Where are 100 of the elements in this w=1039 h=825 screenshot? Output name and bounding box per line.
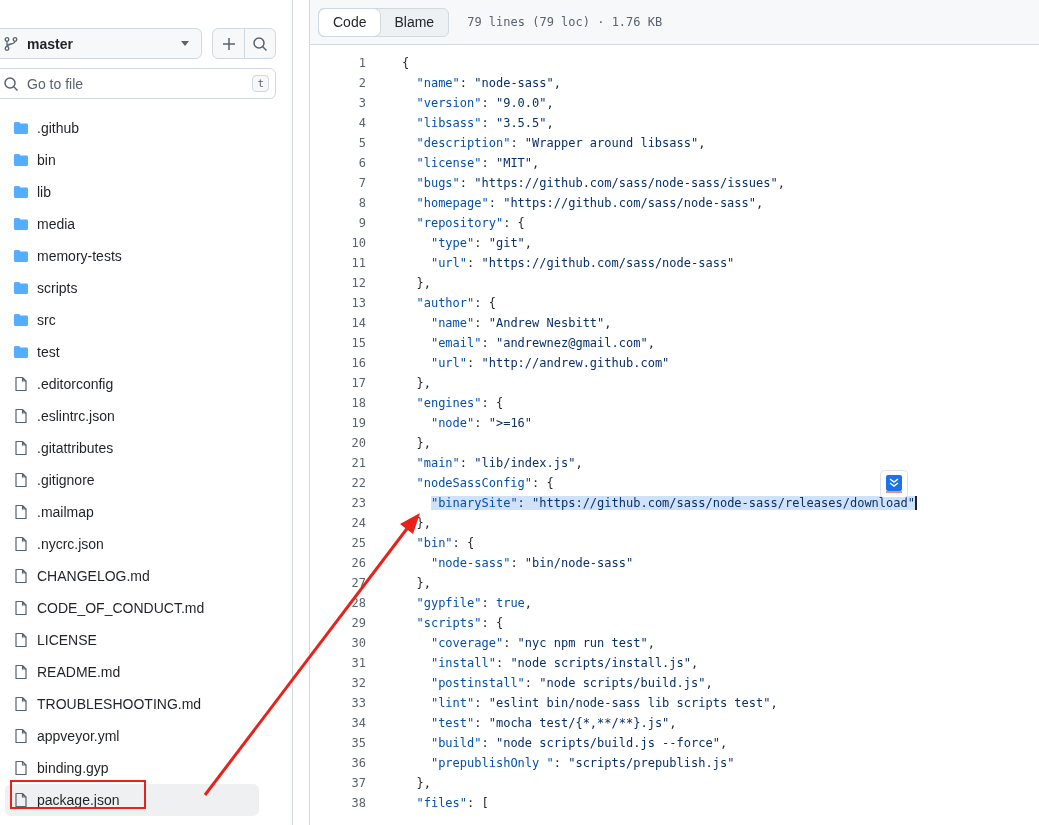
- file-icon: [13, 504, 29, 520]
- view-tab[interactable]: Code: [319, 8, 381, 36]
- file-tree-item[interactable]: src: [5, 304, 259, 336]
- line-number: 20: [350, 436, 366, 450]
- file-tree-item[interactable]: .eslintrc.json: [5, 400, 259, 432]
- line-number: 12: [350, 276, 366, 290]
- code-line: },: [415, 576, 431, 590]
- file-icon: [13, 664, 29, 680]
- file-tree-item[interactable]: .mailmap: [5, 496, 259, 528]
- line-number: 3: [357, 96, 366, 110]
- line-number: 35: [350, 736, 366, 750]
- file-tree-item[interactable]: .gitignore: [5, 464, 259, 496]
- line-number: 15: [350, 336, 366, 350]
- line-number: 36: [350, 756, 366, 770]
- file-tree-item[interactable]: bin: [5, 144, 259, 176]
- line-number: 32: [350, 676, 366, 690]
- file-tree-item[interactable]: test: [5, 336, 259, 368]
- code-line: "lint": "eslint bin/node-sass lib scripts test",: [429, 696, 778, 710]
- code-line: "name": "Andrew Nesbitt",: [429, 316, 612, 330]
- file-tree-item[interactable]: CODE_OF_CONDUCT.md: [5, 592, 259, 624]
- line-number: 2: [357, 76, 366, 90]
- folder-icon: [13, 280, 29, 296]
- folder-icon: [13, 216, 29, 232]
- file-tree-item[interactable]: binding.gyp: [5, 752, 259, 784]
- line-number: 37: [350, 776, 366, 790]
- file-icon: [13, 536, 29, 552]
- code-line: "gypfile": true,: [415, 596, 533, 610]
- file-icon: [13, 376, 29, 392]
- code-line: },: [415, 436, 431, 450]
- line-number: 16: [350, 356, 366, 370]
- code-line: "type": "git",: [429, 236, 533, 250]
- line-number: 11: [350, 256, 366, 270]
- file-tree-item[interactable]: lib: [5, 176, 259, 208]
- file-tree-item[interactable]: appveyor.yml: [5, 720, 259, 752]
- line-number: 30: [350, 636, 366, 650]
- file-tree-item[interactable]: LICENSE: [5, 624, 259, 656]
- folder-icon: [13, 312, 29, 328]
- file-tree-item[interactable]: README.md: [5, 656, 259, 688]
- folder-icon: [13, 248, 29, 264]
- file-icon: [13, 792, 29, 808]
- code-line: "libsass": "3.5.5",: [415, 116, 554, 130]
- file-tree-item[interactable]: .gitattributes: [5, 432, 259, 464]
- code-line: {: [402, 56, 410, 70]
- file-icon: [13, 568, 29, 584]
- caret-icon: [181, 41, 189, 46]
- folder-icon: [13, 152, 29, 168]
- shortcut-key: t: [252, 75, 269, 92]
- code-line: "author": {: [415, 296, 496, 310]
- line-number: 10: [350, 236, 366, 250]
- file-tree-item[interactable]: package.json: [5, 784, 259, 816]
- file-tree-item[interactable]: .editorconfig: [5, 368, 259, 400]
- line-number: 4: [357, 116, 366, 130]
- line-number: 13: [350, 296, 366, 310]
- code-line: "main": "lib/index.js",: [415, 456, 583, 470]
- line-number: 21: [350, 456, 366, 470]
- code-line: "install": "node scripts/install.js",: [429, 656, 699, 670]
- file-icon: [13, 632, 29, 648]
- code-line: "test": "mocha test/{*,**/**}.js",: [429, 716, 677, 730]
- line-number: 25: [350, 536, 366, 550]
- code-line: "license": "MIT",: [415, 156, 540, 170]
- code-line: "engines": {: [415, 396, 504, 410]
- line-number: 23: [350, 496, 366, 510]
- line-number: 9: [357, 216, 366, 230]
- search-icon: [3, 76, 19, 92]
- file-icon: [13, 472, 29, 488]
- code-line: "version": "9.0.0",: [415, 96, 554, 110]
- view-tab[interactable]: Blame: [380, 8, 449, 36]
- code-line: "homepage": "https://github.com/sass/node-sass",: [415, 196, 764, 210]
- line-number: 31: [350, 656, 366, 670]
- file-tree-item[interactable]: media: [5, 208, 259, 240]
- line-number: 27: [350, 576, 366, 590]
- file-tree-item[interactable]: .github: [5, 112, 259, 144]
- line-number: 8: [357, 196, 366, 210]
- file-tree-item[interactable]: CHANGELOG.md: [5, 560, 259, 592]
- line-number: 18: [350, 396, 366, 410]
- code-line: "nodeSassConfig": {: [415, 476, 554, 490]
- code-line: "node": ">=16": [429, 416, 533, 430]
- line-number: 33: [350, 696, 366, 710]
- code-line: "node-sass": "bin/node-sass": [429, 556, 634, 570]
- line-number: 5: [357, 136, 366, 150]
- plus-icon: [220, 35, 237, 52]
- line-number: 1: [357, 56, 366, 70]
- file-icon: [13, 728, 29, 744]
- code-line: "build": "node scripts/build.js --force",: [429, 736, 728, 750]
- search-icon: [252, 35, 268, 52]
- code-line: "coverage": "nyc npm run test",: [429, 636, 655, 650]
- line-number: 19: [350, 416, 366, 430]
- file-tree-item[interactable]: scripts: [5, 272, 259, 304]
- line-number: 14: [350, 316, 366, 330]
- file-tree-item[interactable]: TROUBLESHOOTING.md: [5, 688, 259, 720]
- file-tree-item[interactable]: .nycrc.json: [5, 528, 259, 560]
- code-line: "url": "https://github.com/sass/node-sass": [429, 256, 735, 270]
- branch-selector[interactable]: master: [0, 28, 202, 59]
- file-icon: [13, 408, 29, 424]
- line-number: 6: [357, 156, 366, 170]
- floating-button[interactable]: [880, 470, 908, 498]
- code-line: },: [415, 516, 431, 530]
- folder-icon: [13, 120, 29, 136]
- file-icon: [13, 440, 29, 456]
- file-tree-item[interactable]: memory-tests: [5, 240, 259, 272]
